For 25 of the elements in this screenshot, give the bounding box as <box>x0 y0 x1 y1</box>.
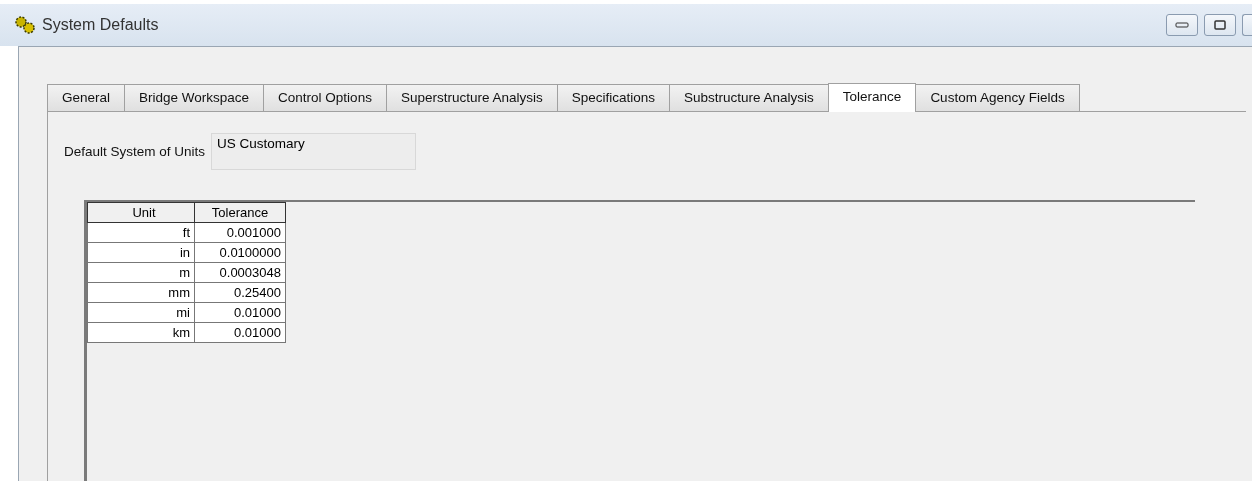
tab[interactable]: Specifications <box>556 84 670 111</box>
close-button[interactable] <box>1242 14 1252 36</box>
column-header: Tolerance <box>194 202 286 223</box>
gears-icon <box>14 15 36 35</box>
table-cell: km <box>87 322 195 343</box>
table-cell: mm <box>87 282 195 303</box>
table-cell: ft <box>87 222 195 243</box>
tab[interactable]: Custom Agency Fields <box>915 84 1080 111</box>
column-header: Unit <box>87 202 195 223</box>
minimize-icon <box>1175 21 1189 29</box>
table-cell: m <box>87 262 195 283</box>
units-field[interactable]: US Customary <box>211 133 417 170</box>
table-cell: mi <box>87 302 195 323</box>
tab[interactable]: Bridge Workspace <box>124 84 265 111</box>
tab[interactable]: Substructure Analysis <box>669 84 829 111</box>
maximize-icon <box>1214 20 1226 30</box>
tab[interactable]: General <box>47 84 126 111</box>
maximize-button[interactable] <box>1204 14 1236 36</box>
window-title: System Defaults <box>42 16 159 34</box>
minimize-button[interactable] <box>1166 14 1198 36</box>
field-label: Default System of Units <box>64 144 206 159</box>
tab[interactable]: Control Options <box>263 84 387 111</box>
table-cell: in <box>87 242 195 263</box>
tab[interactable]: Superstructure Analysis <box>385 84 558 111</box>
tab[interactable]: Tolerance <box>827 83 917 112</box>
